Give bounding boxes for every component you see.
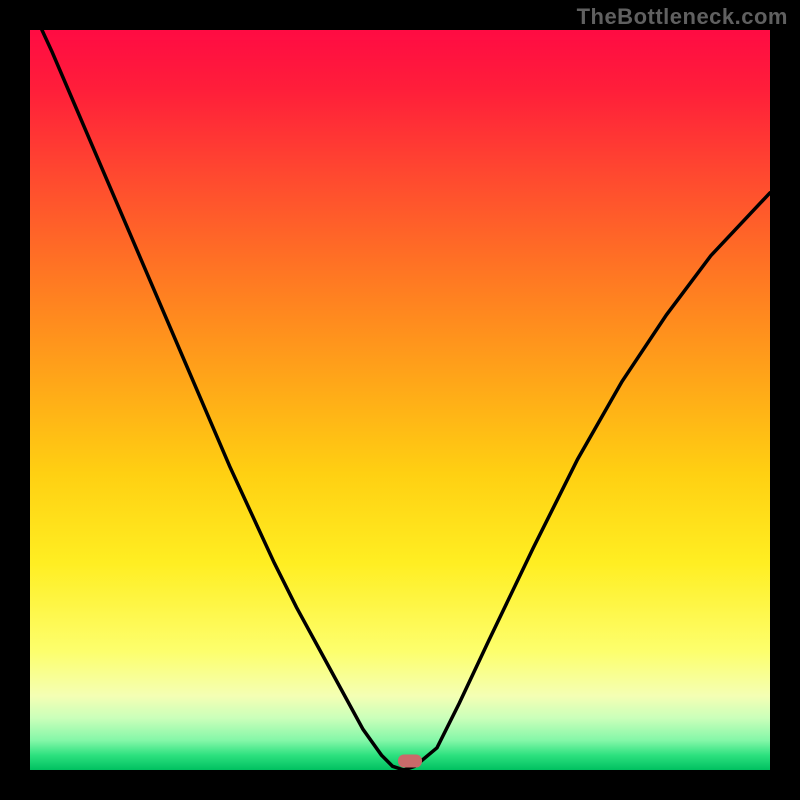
chart-frame: TheBottleneck.com [0,0,800,800]
bottleneck-curve [30,30,770,770]
optimal-point-marker [398,755,422,768]
plot-area [30,30,770,770]
watermark-text: TheBottleneck.com [577,4,788,30]
